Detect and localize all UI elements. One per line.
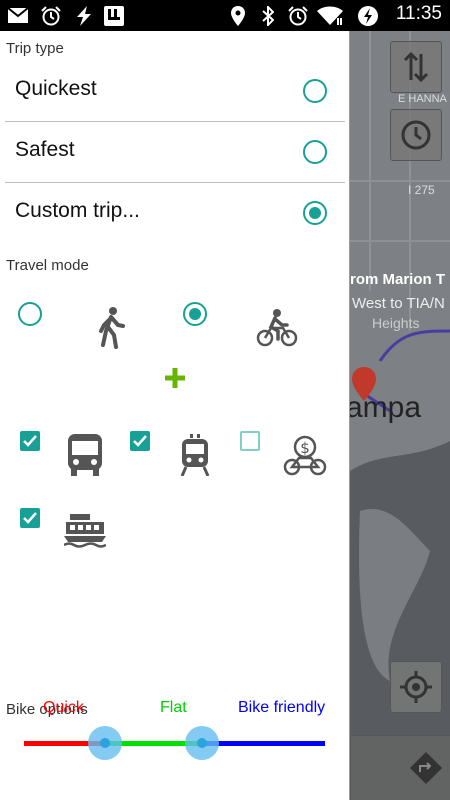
bikeshare-icon: $ [283, 434, 327, 481]
trip-type-label: Trip type [6, 40, 64, 57]
walk-radio[interactable] [18, 302, 42, 326]
slider-label-bike-friendly: Bike friendly [238, 699, 326, 716]
bike-radio[interactable] [183, 302, 207, 326]
flash-icon [72, 5, 96, 26]
walk-icon [96, 307, 126, 354]
trip-options-drawer: Trip type Quickest Safest Custom trip...… [0, 31, 350, 800]
map-marker-icon[interactable] [352, 367, 376, 406]
map-label: Heights [372, 315, 420, 331]
bus-checkbox[interactable] [20, 431, 40, 451]
ferry-checkbox[interactable] [20, 508, 40, 528]
bikeshare-checkbox[interactable] [240, 431, 260, 451]
plus-icon [164, 367, 186, 394]
trip-option-custom[interactable]: Custom trip... [5, 183, 345, 243]
slider-label-quick: Quick [43, 699, 84, 716]
ferry-icon [63, 514, 107, 553]
trip-option-safest[interactable]: Safest [5, 122, 345, 182]
alarm-icon [38, 5, 64, 25]
map-label: West to TIA/N [352, 295, 445, 312]
slider-thumb-2[interactable] [184, 726, 219, 760]
bike-icon [256, 309, 298, 352]
alarm-icon [286, 5, 310, 25]
safest-radio[interactable] [303, 140, 327, 164]
bus-icon [68, 434, 102, 481]
custom-trip-radio[interactable] [303, 201, 327, 225]
my-location-icon [400, 671, 432, 703]
slider-track-segment [201, 741, 325, 746]
map-label: I 275 [408, 183, 435, 197]
map-view[interactable]: E HANNA I 275 rom Marion T West to TIA/N… [350, 31, 450, 800]
travel-mode-label: Travel mode [6, 257, 89, 274]
train-checkbox[interactable] [130, 431, 150, 451]
clock-time: 11:35 [395, 3, 442, 24]
clock-icon [401, 120, 431, 150]
trip-option-label: Custom trip... [15, 199, 140, 222]
my-location-button[interactable] [390, 661, 442, 713]
train-icon [180, 434, 210, 481]
navigate-button[interactable] [350, 735, 450, 800]
quickest-radio[interactable] [303, 79, 327, 103]
map-label: rom Marion T [350, 271, 446, 288]
clock-button[interactable] [390, 109, 442, 161]
directions-button[interactable] [390, 41, 442, 93]
navigate-icon [410, 752, 442, 784]
trip-option-label: Safest [15, 138, 75, 161]
location-icon [229, 5, 247, 26]
bluetooth-icon [259, 5, 277, 26]
map-label: E HANNA [398, 93, 447, 105]
app-icon [102, 5, 126, 26]
trip-option-quickest[interactable]: Quickest [5, 61, 345, 121]
data-saver-icon [356, 5, 380, 26]
slider-label-flat: Flat [160, 699, 187, 716]
wifi-icon [315, 6, 345, 25]
status-bar: 11:35 [0, 0, 450, 31]
directions-icon [403, 51, 429, 83]
svg-text:$: $ [300, 439, 310, 457]
trip-option-label: Quickest [15, 77, 97, 100]
mail-icon [6, 6, 30, 25]
